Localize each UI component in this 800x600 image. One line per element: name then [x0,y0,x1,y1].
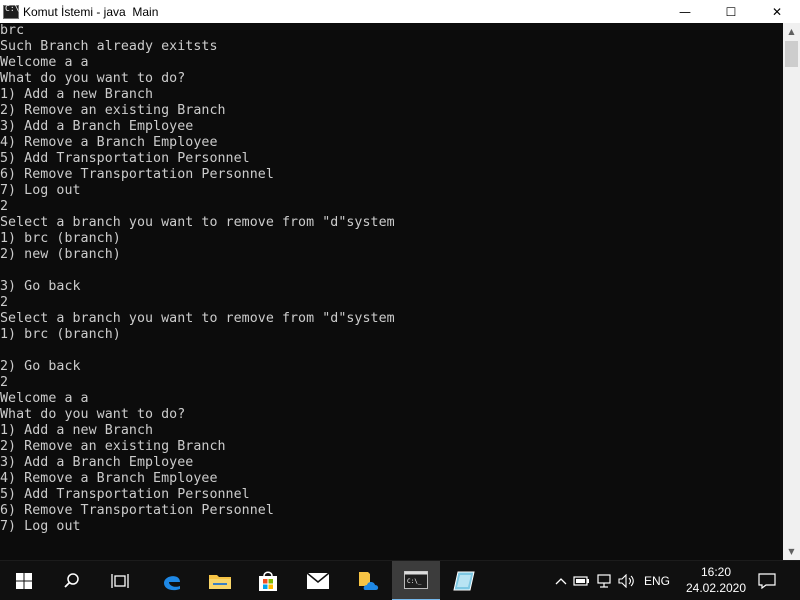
battery-tray-button[interactable] [570,575,592,587]
console-line: What do you want to do? [0,407,186,422]
chevron-up-icon [555,578,567,585]
console-line: 2) Go back [0,359,81,374]
network-icon [597,574,611,588]
onedrive-button[interactable] [344,561,392,600]
search-icon [64,573,79,588]
console-line: 2 [0,295,9,310]
edge-icon [164,576,180,591]
cmd-icon-glyph: C:\ [5,3,20,13]
window-titlebar[interactable]: C:\ Komut İstemi - java Main — ☐ ✕ [0,0,800,23]
vertical-scrollbar[interactable]: ▲ ▼ [783,23,800,560]
edge-button[interactable] [148,561,196,600]
cmd-icon: C:\_ [404,571,428,589]
console-line: 1) brc (branch) [0,231,121,246]
language-indicator[interactable]: ENG [644,574,670,588]
console-line: 1) Add a new Branch [0,423,154,438]
file-explorer-button[interactable] [196,561,244,600]
mail-icon [306,572,330,589]
mail-button[interactable] [294,561,342,600]
console-line: 3) Go back [0,279,81,294]
task-view-icon [111,574,129,588]
console-line: 5) Add Transportation Personnel [0,487,250,502]
console-line: Select a branch you want to remove from … [0,311,395,326]
console-line: 2) Remove an existing Branch [0,103,226,118]
console-output[interactable]: brc Such Branch already exitsts Welcome a … [0,23,783,560]
console-line: 3) Add a Branch Employee [0,119,194,134]
maximize-button[interactable]: ☐ [708,0,754,23]
console-line: 4) Remove a Branch Employee [0,135,218,150]
console-line: Welcome a a [0,391,89,406]
notifications-button[interactable] [744,561,790,600]
console-line: What do you want to do? [0,71,186,86]
start-button[interactable] [0,561,48,600]
scroll-up-arrow-icon[interactable]: ▲ [783,23,800,40]
console-line: 4) Remove a Branch Employee [0,471,218,486]
console-line: 2 [0,375,9,390]
store-button[interactable] [244,561,292,600]
taskbar: C:\_ ENG 16:20 24.02.2020 [0,560,800,600]
console-line: 7) Log out [0,183,81,198]
console-line: 7) Log out [0,519,81,534]
battery-icon [573,576,589,586]
network-tray-button[interactable] [592,574,616,588]
volume-tray-button[interactable] [616,574,638,588]
folder-icon [209,575,231,589]
system-tray: ENG [552,561,670,600]
cmd-app-icon[interactable]: C:\ [3,3,20,19]
svg-text:C:\_: C:\_ [407,578,422,585]
store-icon [259,571,277,591]
windows-logo-icon [16,573,32,589]
window-title: Komut İstemi - java Main [23,4,159,19]
window-controls: — ☐ ✕ [662,0,800,23]
console-line: Select a branch you want to remove from … [0,215,395,230]
console-line: Such Branch already exitsts [0,39,218,54]
console-line: 2 [0,199,9,214]
close-button[interactable]: ✕ [754,0,800,23]
console-line: brc [0,23,25,38]
task-view-button[interactable] [96,561,144,600]
onedrive-icon [359,572,379,590]
console-line: 3) Add a Branch Employee [0,455,194,470]
close-icon: ✕ [771,4,783,19]
search-button[interactable] [48,561,96,600]
console-line: 2) new (branch) [0,247,121,262]
app-button[interactable] [440,561,488,600]
cmd-button[interactable]: C:\_ [392,561,440,600]
app-icon [453,571,475,591]
volume-icon [618,574,634,588]
console-line: 2) Remove an existing Branch [0,439,226,454]
scroll-thumb[interactable] [785,41,798,67]
minimize-icon: — [679,4,691,19]
scroll-down-arrow-icon[interactable]: ▼ [783,543,800,560]
maximize-icon: ☐ [725,4,737,19]
notification-icon [758,573,776,589]
console-line: 6) Remove Transportation Personnel [0,167,274,182]
console-line: 6) Remove Transportation Personnel [0,503,274,518]
console-line: 1) brc (branch) [0,327,121,342]
console-line: 1) Add a new Branch [0,87,154,102]
console-line: 5) Add Transportation Personnel [0,151,250,166]
minimize-button[interactable]: — [662,0,708,23]
console-line: Welcome a a [0,55,89,70]
show-hidden-icons-button[interactable] [552,577,570,585]
